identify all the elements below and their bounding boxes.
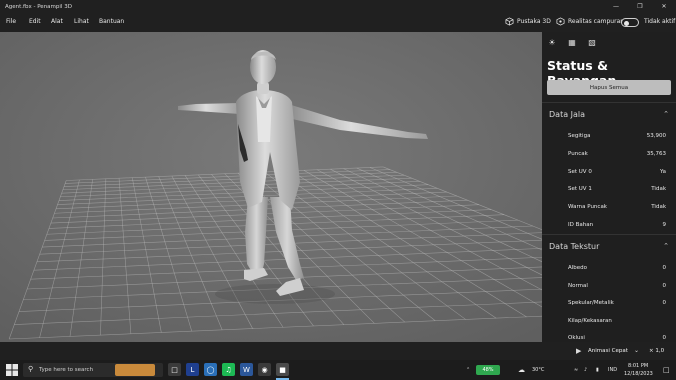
chevron-up-icon[interactable]: ⌃ bbox=[663, 242, 669, 250]
mesh-row-label: ID Bahan bbox=[568, 222, 594, 228]
grid-tab-icon[interactable]: ▧ bbox=[587, 37, 597, 47]
texture-row-label: Spekular/Metalik bbox=[568, 300, 614, 306]
mesh-row-value: 53,900 bbox=[646, 133, 666, 139]
search-placeholder: Type here to search bbox=[39, 367, 94, 373]
speed-label[interactable]: × 1,0 bbox=[649, 348, 664, 354]
mixed-reality-button[interactable]: Realitas campuran bbox=[556, 17, 624, 26]
3d-viewport[interactable] bbox=[0, 32, 542, 342]
animation-icon[interactable]: ▶ bbox=[576, 347, 581, 355]
mesh-row-label: Set UV 1 bbox=[568, 186, 592, 192]
panel-tabs: ☀ ▦ ▧ bbox=[547, 37, 597, 47]
texture-row-label: Normal bbox=[568, 283, 588, 289]
texture-row-label: Oklusi bbox=[568, 335, 585, 341]
cube-icon bbox=[505, 17, 514, 26]
3d-viewer-taskbar-icon[interactable]: ■ bbox=[276, 363, 289, 376]
texture-data-header[interactable]: Data Tekstur bbox=[549, 242, 599, 251]
clock-date[interactable]: 12/18/2023 bbox=[624, 371, 653, 377]
menu-help[interactable]: Bantuan bbox=[99, 18, 124, 25]
volume-icon[interactable]: ♪ bbox=[584, 367, 587, 373]
battery-icon[interactable]: ▮ bbox=[596, 367, 599, 373]
animation-status-strip: ▶ Animasi Cepat ⌄ × 1,0 bbox=[542, 342, 676, 360]
mesh-row-label: Puncak bbox=[568, 151, 588, 157]
toggle-knob bbox=[624, 20, 629, 26]
launcher-app-icon[interactable]: L bbox=[186, 363, 199, 376]
search-icon: ⚲ bbox=[28, 365, 34, 373]
menu-view[interactable]: Lihat bbox=[74, 18, 89, 25]
divider bbox=[542, 102, 676, 103]
mesh-row-label: Segitiga bbox=[568, 133, 591, 139]
texture-row-value: 0 bbox=[662, 335, 667, 341]
taskbar-area: ▶ Animasi Cepat ⌄ × 1,0 ⚲ Type here to s… bbox=[0, 342, 676, 380]
3d-library-button[interactable]: Pustaka 3D bbox=[505, 17, 551, 26]
divider bbox=[542, 234, 676, 235]
menu-bar: File Edit Alat Lihat Bantuan Pustaka 3D … bbox=[0, 13, 676, 32]
mesh-row-label: Set UV 0 bbox=[568, 169, 592, 175]
weather-icon[interactable]: ☁ bbox=[518, 366, 525, 374]
mesh-row-value: 9 bbox=[662, 222, 667, 228]
clock-time[interactable]: 8:01 PM bbox=[628, 363, 648, 369]
chrome-icon[interactable]: ◉ bbox=[258, 363, 271, 376]
mesh-data-header[interactable]: Data Jala bbox=[549, 110, 585, 119]
word-icon[interactable]: W bbox=[240, 363, 253, 376]
close-button[interactable]: ✕ bbox=[652, 0, 676, 13]
chevron-down-icon[interactable]: ⌄ bbox=[634, 347, 639, 354]
animation-label[interactable]: Animasi Cepat bbox=[588, 348, 628, 354]
texture-row-value: 0 bbox=[662, 300, 667, 306]
lighting-tab-icon[interactable]: ☀ bbox=[547, 37, 557, 47]
mesh-row-label: Warna Puncak bbox=[568, 204, 607, 210]
menu-tools[interactable]: Alat bbox=[51, 18, 63, 25]
notification-icon[interactable]: □ bbox=[663, 366, 670, 374]
search-highlight-image bbox=[115, 364, 155, 376]
windows-start-icon[interactable] bbox=[6, 364, 18, 376]
toggle-state-label: Tidak aktif bbox=[644, 18, 676, 25]
active-app-indicator bbox=[276, 378, 289, 380]
windows-taskbar: ⚲ Type here to search □ L ◯ ♫ W ◉ ■ ⌃ 48… bbox=[0, 360, 676, 380]
menu-file[interactable]: File bbox=[6, 18, 16, 25]
window-title: Agent.fbx - Penampil 3D bbox=[5, 3, 72, 10]
title-bar: Agent.fbx - Penampil 3D — ❐ ✕ bbox=[0, 0, 676, 13]
spotify-icon[interactable]: ♫ bbox=[222, 363, 235, 376]
wifi-icon[interactable]: ≈ bbox=[574, 367, 578, 373]
mixed-reality-icon bbox=[556, 17, 565, 26]
edge-browser-icon[interactable]: ◯ bbox=[204, 363, 217, 376]
stats-tab-icon[interactable]: ▦ bbox=[567, 37, 577, 47]
texture-row-value: 0 bbox=[662, 265, 667, 271]
mesh-row-value: Tidak bbox=[651, 186, 666, 192]
mesh-row-value: Ya bbox=[660, 169, 666, 175]
mesh-row-value: Tidak bbox=[651, 204, 666, 210]
tray-chevron-icon[interactable]: ⌃ bbox=[466, 367, 470, 373]
maximize-button[interactable]: ❐ bbox=[628, 0, 652, 13]
minimize-button[interactable]: — bbox=[604, 0, 628, 13]
task-view-icon[interactable]: □ bbox=[168, 363, 181, 376]
texture-row-label: Kilap/Kekasaran bbox=[568, 318, 612, 324]
taskbar-search-input[interactable]: ⚲ Type here to search bbox=[23, 363, 163, 377]
stats-panel: ☀ ▦ ▧ Status & Bayangan Hapus Semua Data… bbox=[542, 32, 676, 342]
3d-scene[interactable] bbox=[0, 32, 542, 342]
language-indicator[interactable]: IND bbox=[608, 367, 617, 373]
app-window: Agent.fbx - Penampil 3D — ❐ ✕ File Edit … bbox=[0, 0, 676, 380]
menu-edit[interactable]: Edit bbox=[29, 18, 41, 25]
mixed-reality-label: Realitas campuran bbox=[568, 18, 625, 25]
texture-row-label: Albedo bbox=[568, 265, 588, 271]
clear-all-button[interactable]: Hapus Semua bbox=[547, 80, 671, 95]
weather-temp[interactable]: 30°C bbox=[532, 367, 544, 373]
texture-row-value: 0 bbox=[662, 283, 667, 289]
battery-indicator[interactable]: 48% bbox=[476, 365, 500, 375]
mixed-reality-toggle[interactable] bbox=[621, 18, 639, 27]
3d-library-label: Pustaka 3D bbox=[517, 18, 551, 25]
mesh-row-value: 35,763 bbox=[646, 151, 666, 157]
chevron-up-icon[interactable]: ⌃ bbox=[663, 110, 669, 118]
